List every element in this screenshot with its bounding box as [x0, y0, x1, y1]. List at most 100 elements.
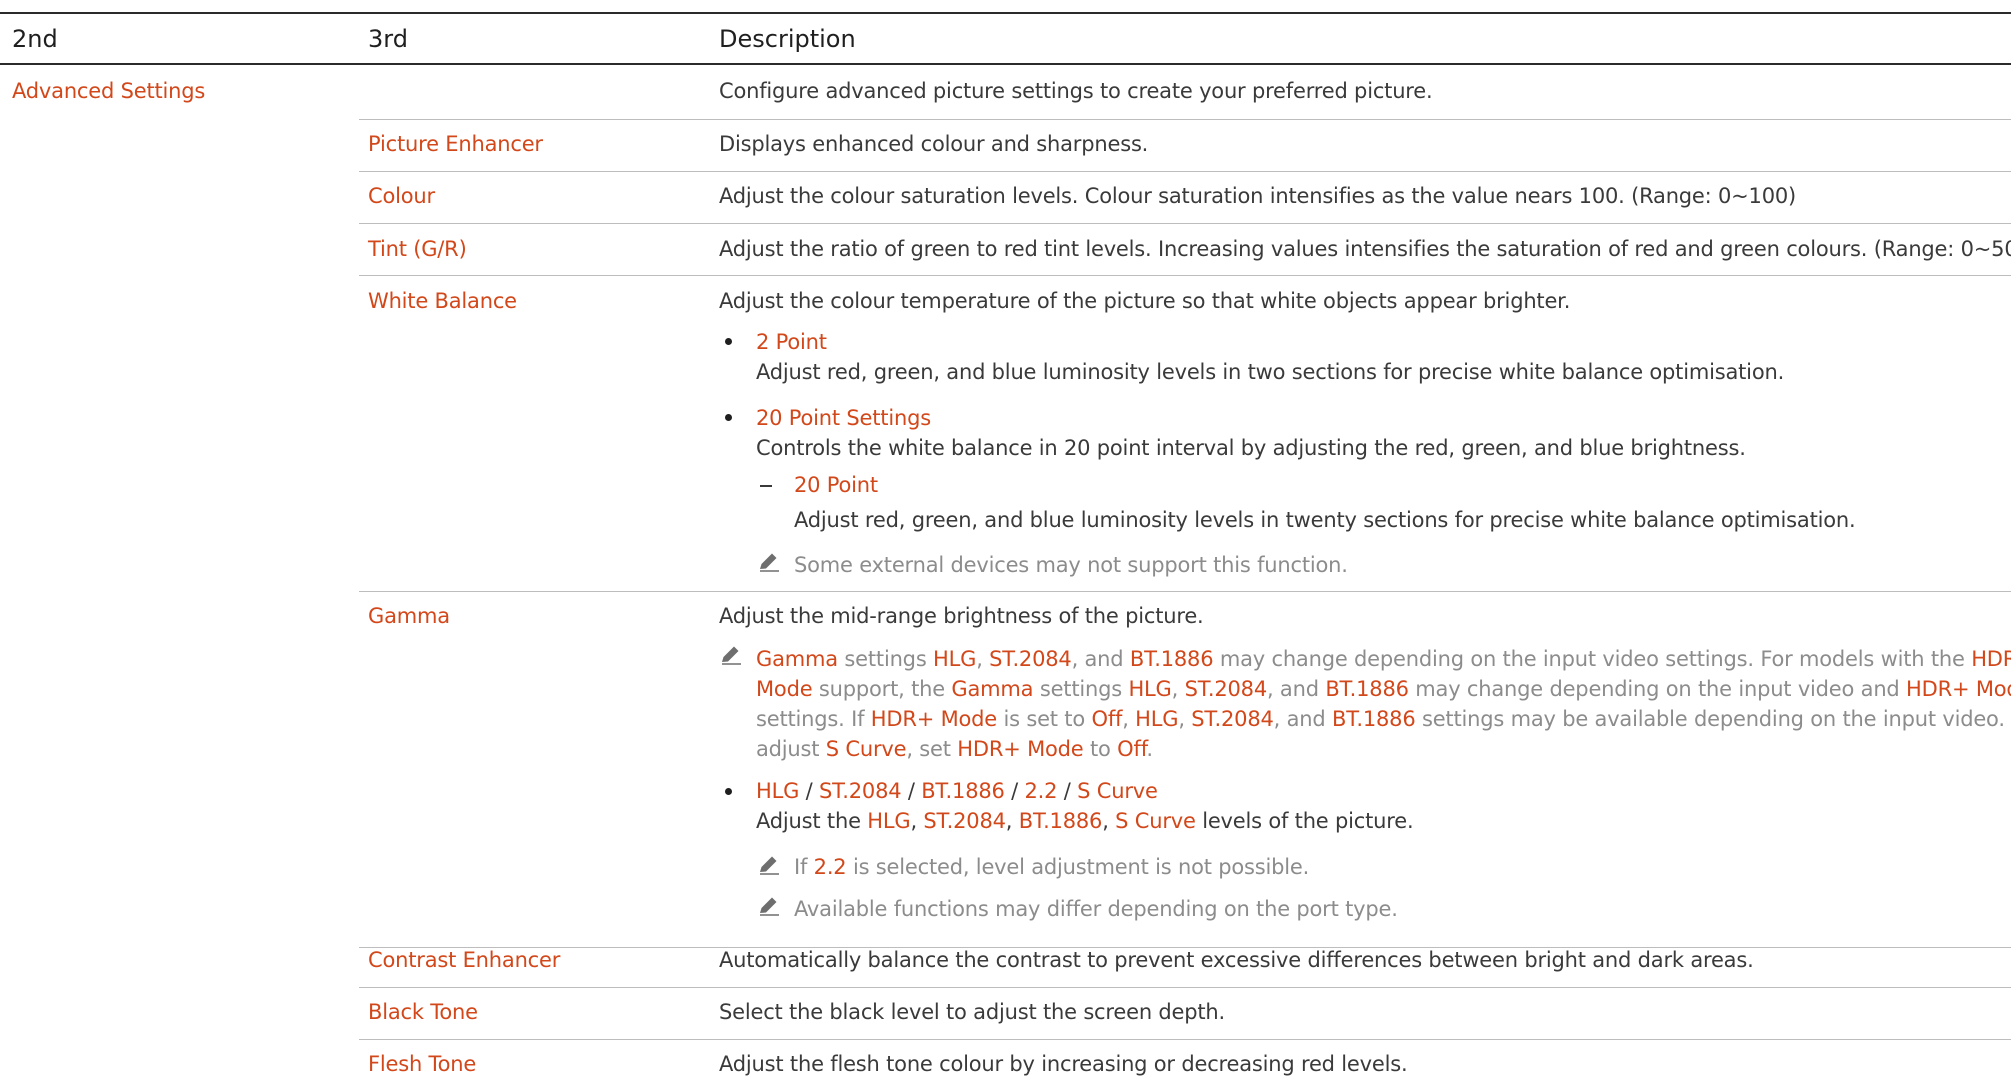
- gamma-note-line-3: settings. If HDR+ Mode is set to Off, HL…: [756, 705, 2011, 733]
- text: adjust: [756, 737, 826, 761]
- text: If: [794, 855, 814, 879]
- term-hdr-mode: HDR+ Mode: [1906, 677, 2011, 701]
- text: ,: [976, 647, 990, 671]
- gamma-note-line-1: Gamma settings HLG, ST.2084, and BT.1886…: [756, 645, 2011, 673]
- term-hlg: HLG: [867, 809, 911, 833]
- twenty-point-settings-desc: Controls the white balance in 20 point i…: [756, 436, 1746, 460]
- text: may change depending on the input video …: [1408, 677, 1907, 701]
- term-bt1886: BT.1886: [1018, 809, 1103, 833]
- bullet-dot: [725, 338, 732, 345]
- term-off: Off: [1117, 737, 1147, 761]
- black-tone-label: Black Tone: [368, 1000, 478, 1024]
- text: support, the: [812, 677, 952, 701]
- term-bt1886: BT.1886: [1332, 707, 1416, 731]
- term-st2084: ST.2084: [819, 779, 902, 803]
- header-top-rule: [0, 12, 2011, 14]
- term-bt1886: BT.1886: [1129, 647, 1214, 671]
- header-2nd: 2nd: [12, 25, 58, 53]
- picture-enhancer-desc: Displays enhanced colour and sharpness.: [719, 132, 1149, 156]
- bullet-dot: [725, 788, 732, 795]
- two-point-title: 2 Point: [756, 330, 827, 354]
- advanced-settings-desc: Configure advanced picture settings to c…: [719, 79, 1433, 103]
- gamma-note-line-4: adjust S Curve, set HDR+ Mode to Off.: [756, 735, 1153, 763]
- text: settings: [1033, 677, 1129, 701]
- term-hlg: HLG: [1135, 707, 1179, 731]
- text: ,: [1005, 809, 1019, 833]
- pencil-note-icon: [722, 646, 741, 665]
- twenty-point-desc: Adjust red, green, and blue luminosity l…: [794, 508, 1856, 532]
- text: is set to: [997, 707, 1092, 731]
- tint-desc: Adjust the ratio of green to red tint le…: [719, 237, 2011, 261]
- gamma-modes-title: HLG / ST.2084 / BT.1886 / 2.2 / S Curve: [756, 777, 1158, 805]
- term-gamma: Gamma: [951, 677, 1034, 701]
- contrast-enhancer-desc: Automatically balance the contrast to pr…: [719, 948, 1754, 972]
- twenty-point-title: 20 Point: [794, 473, 878, 497]
- text: , and: [1273, 707, 1333, 731]
- gamma-desc: Adjust the mid-range brightness of the p…: [719, 604, 1204, 628]
- header-3rd: 3rd: [368, 25, 408, 53]
- text: is selected, level adjustment is not pos…: [846, 855, 1310, 879]
- term-hlg: HLG: [756, 779, 800, 803]
- advanced-settings-label: Advanced Settings: [12, 79, 206, 103]
- pencil-note-icon: [760, 897, 779, 916]
- text: Adjust the: [756, 809, 868, 833]
- term-bt1886: BT.1886: [1325, 677, 1409, 701]
- term-s-curve: S Curve: [1077, 779, 1158, 803]
- bullet-dot: [725, 414, 732, 421]
- gamma-note-2-2: If 2.2 is selected, level adjustment is …: [794, 853, 1309, 881]
- row-divider: [359, 275, 2011, 276]
- white-balance-label: White Balance: [368, 289, 517, 313]
- row-divider: [359, 987, 2011, 988]
- text: to: [1083, 737, 1118, 761]
- row-divider: [359, 223, 2011, 224]
- header-description: Description: [719, 25, 856, 53]
- term-st2084: ST.2084: [1184, 677, 1268, 701]
- text: ,: [1122, 707, 1136, 731]
- text: levels of the picture.: [1195, 809, 1414, 833]
- term-hlg: HLG: [1128, 677, 1172, 701]
- text: ,: [1102, 809, 1116, 833]
- term-off: Off: [1091, 707, 1123, 731]
- text: /: [1057, 779, 1078, 803]
- flesh-tone-label: Flesh Tone: [368, 1052, 477, 1076]
- colour-desc: Adjust the colour saturation levels. Col…: [719, 184, 1797, 208]
- text: , and: [1071, 647, 1130, 671]
- two-point-desc: Adjust red, green, and blue luminosity l…: [756, 360, 1785, 384]
- text: /: [799, 779, 819, 803]
- term-hdr: HDR+: [1971, 647, 2011, 671]
- tint-label: Tint (G/R): [368, 237, 467, 261]
- pencil-note-icon: [760, 856, 779, 875]
- white-balance-desc: Adjust the colour temperature of the pic…: [719, 289, 1571, 313]
- text: settings may be available depending on t…: [1415, 707, 2011, 731]
- text: settings: [837, 647, 934, 671]
- term-mode: Mode: [756, 677, 813, 701]
- text: ,: [1178, 707, 1192, 731]
- text: , set: [906, 737, 958, 761]
- term-st2084: ST.2084: [923, 809, 1006, 833]
- text: settings. If: [756, 707, 871, 731]
- term-hdr-mode: HDR+ Mode: [957, 737, 1084, 761]
- colour-label: Colour: [368, 184, 435, 208]
- text: .: [1146, 737, 1153, 761]
- term-st2084: ST.2084: [989, 647, 1072, 671]
- sub-bullet-dash: [760, 485, 772, 487]
- term-bt1886: BT.1886: [921, 779, 1005, 803]
- header-bottom-rule: [0, 63, 2011, 65]
- row-divider: [359, 171, 2011, 172]
- gamma-label: Gamma: [368, 604, 450, 628]
- gamma-note-line-2: Mode support, the Gamma settings HLG, ST…: [756, 675, 2011, 703]
- black-tone-desc: Select the black level to adjust the scr…: [719, 1000, 1225, 1024]
- text: /: [1004, 779, 1025, 803]
- text: may change depending on the input video …: [1213, 647, 1972, 671]
- contrast-enhancer-label: Contrast Enhancer: [368, 948, 561, 972]
- term-hlg: HLG: [933, 647, 977, 671]
- row-divider: [359, 591, 2011, 592]
- pencil-note-icon: [760, 553, 779, 572]
- flesh-tone-desc: Adjust the flesh tone colour by increasi…: [719, 1052, 1408, 1076]
- text: ,: [910, 809, 924, 833]
- term-2-2: 2.2: [813, 855, 847, 879]
- picture-enhancer-label: Picture Enhancer: [368, 132, 543, 156]
- term-s-curve: S Curve: [1115, 809, 1196, 833]
- gamma-note-port: Available functions may differ depending…: [794, 897, 1398, 921]
- term-st2084: ST.2084: [1191, 707, 1274, 731]
